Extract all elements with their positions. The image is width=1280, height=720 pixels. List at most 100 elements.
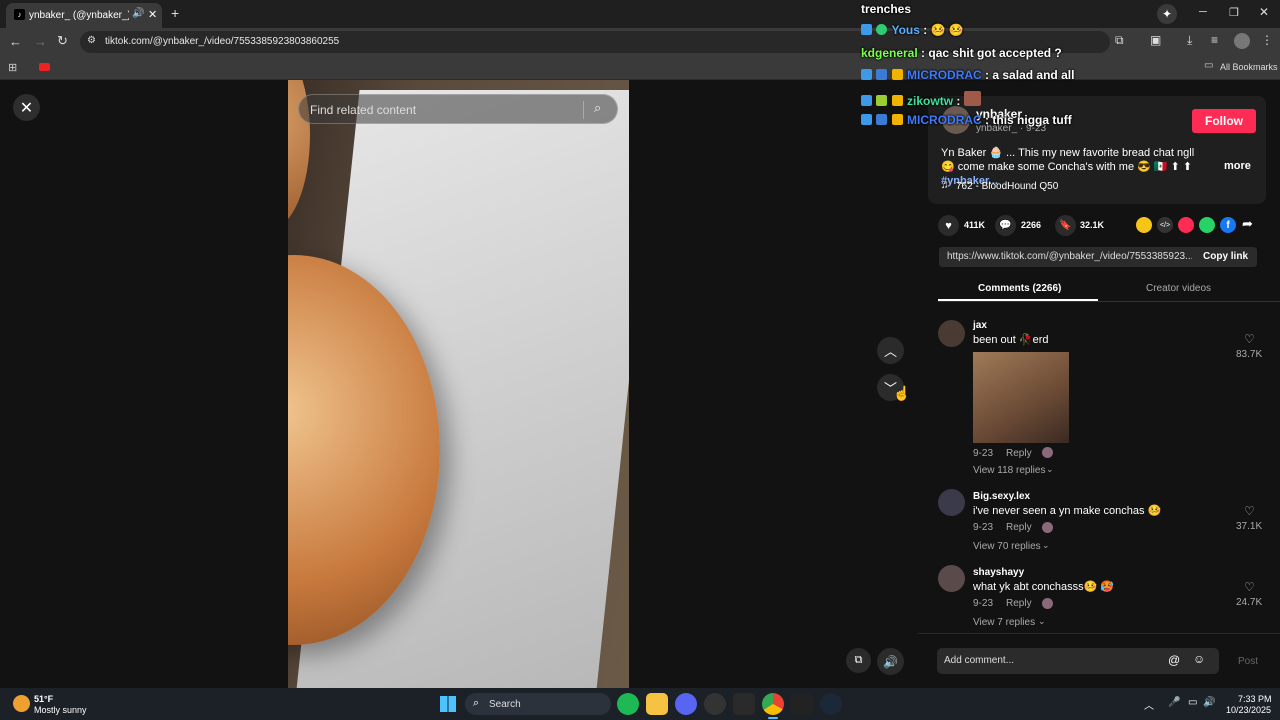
show-hidden-icon[interactable]: ︿	[1144, 697, 1154, 712]
avatar[interactable]	[938, 489, 965, 516]
browser-tab[interactable]: ♪ ynbaker_ (@ynbaker_) | Tik 🔊 ✕	[6, 3, 162, 28]
chat-message: : qac shit got accepted ?	[921, 46, 1062, 60]
tab-search-icon[interactable]: ▣	[1150, 33, 1161, 47]
forward-icon[interactable]: →	[34, 34, 47, 49]
share-arrow-icon[interactable]: ➦	[1242, 216, 1253, 232]
comment-input[interactable]: Add comment...	[944, 655, 1014, 666]
whatsapp-icon[interactable]	[1199, 217, 1215, 233]
comment-image[interactable]	[973, 352, 1069, 443]
file-explorer-icon[interactable]	[646, 693, 668, 715]
restore-icon[interactable]: ❐	[1229, 6, 1239, 19]
comment-input-box[interactable]: Add comment... @ ☺	[937, 648, 1219, 674]
bookmark-icon[interactable]: 🔖	[1055, 215, 1076, 236]
follow-button[interactable]: Follow	[1192, 109, 1256, 133]
reload-icon[interactable]: ↻	[57, 33, 68, 49]
chat-user[interactable]: Yous	[891, 23, 919, 37]
reply-button[interactable]: Reply	[1006, 598, 1032, 609]
copy-link-button[interactable]: Copy link	[1203, 251, 1248, 262]
chat-user[interactable]: MICRODRAC	[907, 113, 982, 127]
prime-badge-icon	[861, 114, 872, 125]
chat-message: :	[923, 23, 928, 37]
steam-icon[interactable]	[820, 693, 842, 715]
youtube-bookmark-icon[interactable]	[39, 63, 50, 71]
speaker-icon[interactable]: 🔊	[132, 8, 144, 19]
repost-icon[interactable]	[1136, 217, 1152, 233]
heart-icon[interactable]: ♥	[938, 215, 959, 236]
minimize-icon[interactable]: ─	[1199, 6, 1207, 18]
comment-text: i've never seen a yn make conchas 🤒	[973, 505, 1162, 517]
weather-icon[interactable]	[13, 695, 30, 712]
reply-button[interactable]: Reply	[1006, 522, 1032, 533]
sound-icon[interactable]: 🔊	[1203, 697, 1215, 708]
video-search-box[interactable]: Find related content ⌕	[298, 94, 618, 124]
network-icon[interactable]: ▭	[1188, 697, 1197, 708]
share-link[interactable]: https://www.tiktok.com/@ynbaker_/video/7…	[947, 251, 1192, 262]
spotify-icon[interactable]	[617, 693, 639, 715]
music-note-icon: ♫	[941, 180, 949, 191]
emoji-icon[interactable]: ☺	[1193, 652, 1205, 666]
facebook-icon[interactable]: f	[1220, 217, 1236, 233]
app-icon[interactable]	[704, 693, 726, 715]
clock-date[interactable]: 10/23/2025	[1226, 705, 1271, 715]
discord-icon[interactable]	[675, 693, 697, 715]
chat-user[interactable]: kdgeneral	[861, 46, 918, 60]
close-window-icon[interactable]: ✕	[1259, 5, 1269, 19]
g-hub-icon[interactable]	[791, 693, 813, 715]
volume-icon[interactable]: 🔊	[877, 648, 904, 675]
media-control-icon[interactable]: ≡	[1211, 33, 1218, 47]
close-video-icon[interactable]: ✕	[13, 94, 40, 121]
chevron-down-icon[interactable]: ⌄	[1042, 540, 1050, 551]
comment-heart-icon[interactable]: ♡	[1244, 504, 1255, 518]
gemini-icon[interactable]: ✦	[1157, 4, 1177, 24]
share-friends-icon[interactable]	[1178, 217, 1194, 233]
post-button[interactable]: Post	[1238, 656, 1258, 667]
avatar[interactable]	[938, 320, 965, 347]
comment-user[interactable]: Big.sexy.lex	[973, 491, 1030, 502]
search-icon[interactable]: ⌕	[594, 100, 601, 116]
comment-icon[interactable]: 💬	[995, 215, 1016, 236]
chat-message: : a salad and all	[985, 68, 1075, 82]
chevron-down-icon[interactable]: ⌄	[1038, 616, 1046, 627]
mention-icon[interactable]: @	[1168, 653, 1180, 667]
cube-badge-icon	[876, 114, 888, 125]
video-player[interactable]: Find related content ⌕	[288, 80, 629, 688]
microphone-icon[interactable]: 🎤	[1168, 697, 1180, 708]
all-bookmarks[interactable]: All Bookmarks	[1220, 62, 1278, 72]
reply-button[interactable]: Reply	[1006, 448, 1032, 459]
browser-tab-bar: ♪ ynbaker_ (@ynbaker_) | Tik 🔊 ✕ + ✦ ─ ❐…	[0, 0, 1280, 28]
view-replies[interactable]: View 7 replies	[973, 617, 1035, 628]
extensions-icon[interactable]: ⧉	[1115, 33, 1124, 48]
tab-comments[interactable]: Comments (2266)	[978, 283, 1061, 294]
previous-video-icon[interactable]: ︿	[877, 337, 904, 364]
comment-user[interactable]: jax	[973, 320, 987, 331]
view-replies[interactable]: View 70 replies	[973, 541, 1041, 552]
epic-games-icon[interactable]	[733, 693, 755, 715]
apps-grid-icon[interactable]: ⊞	[8, 61, 17, 74]
tab-creator-videos[interactable]: Creator videos	[1146, 283, 1211, 294]
download-icon[interactable]: ⤓	[1187, 33, 1192, 48]
start-icon[interactable]	[440, 696, 456, 712]
video-search-input[interactable]: Find related content	[310, 103, 416, 117]
music-title[interactable]: 762 - BloodHound Q50	[956, 181, 1058, 192]
close-tab-icon[interactable]: ✕	[148, 8, 157, 21]
comment-heart-icon[interactable]: ♡	[1244, 332, 1255, 346]
pip-icon[interactable]: ⧉	[846, 648, 871, 673]
chrome-icon[interactable]	[762, 693, 784, 715]
new-tab-icon[interactable]: +	[171, 5, 179, 21]
chat-user[interactable]: MICRODRAC	[907, 68, 982, 82]
taskbar-search[interactable]: ⌕ Search	[465, 693, 611, 715]
verified-badge-icon	[876, 24, 888, 35]
avatar[interactable]	[938, 565, 965, 592]
comment-user[interactable]: shayshayy	[973, 567, 1024, 578]
clock-time[interactable]: 7:33 PM	[1238, 694, 1272, 704]
embed-icon[interactable]: </>	[1157, 217, 1173, 233]
site-info-icon[interactable]: ⚙	[87, 35, 96, 46]
back-icon[interactable]: ←	[9, 34, 22, 49]
comment-heart-icon[interactable]: ♡	[1244, 580, 1255, 594]
more-link[interactable]: more	[1224, 160, 1251, 172]
chevron-down-icon[interactable]: ⌄	[1046, 464, 1054, 475]
view-replies[interactable]: View 118 replies	[973, 465, 1045, 476]
profile-icon[interactable]	[1234, 33, 1250, 49]
menu-dots-icon[interactable]: ⋮	[1261, 33, 1273, 47]
chat-user[interactable]: zikowtw	[907, 94, 953, 108]
